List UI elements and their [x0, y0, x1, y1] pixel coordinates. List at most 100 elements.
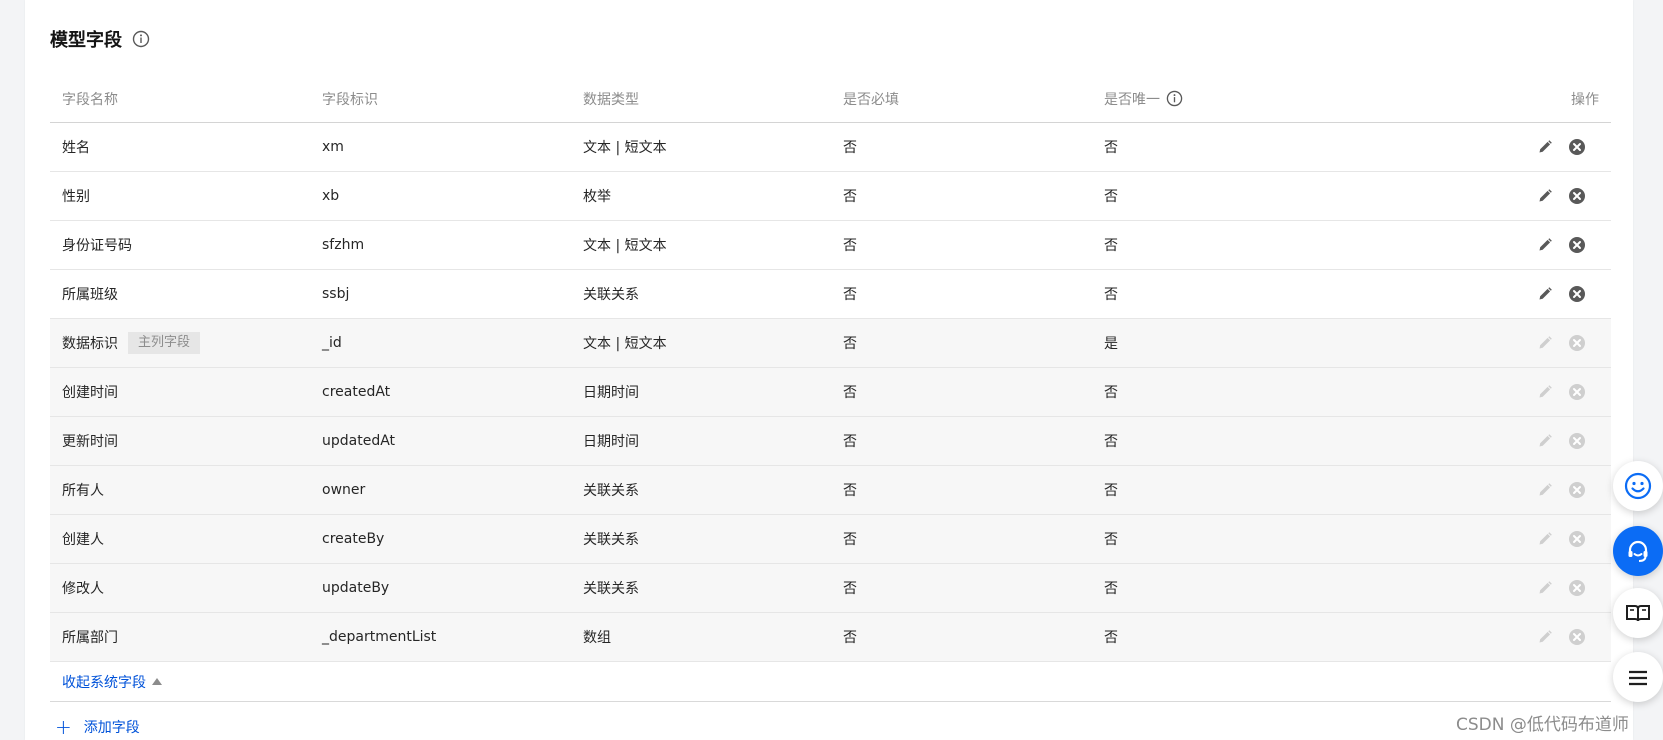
field-key: xm: [322, 139, 344, 155]
field-key: updatedAt: [322, 433, 396, 449]
info-icon[interactable]: [132, 30, 150, 48]
field-unique: 否: [1104, 434, 1118, 450]
col-header-name: 字段名称: [62, 91, 118, 108]
row-actions: [1352, 529, 1611, 549]
book-open-icon: [1626, 605, 1650, 622]
field-type: 关联关系: [583, 532, 639, 548]
pencil-icon: [1535, 529, 1555, 549]
row-actions: [1352, 627, 1611, 647]
field-name: 数据标识: [62, 336, 118, 352]
close-circle-icon[interactable]: [1567, 137, 1587, 157]
pencil-icon[interactable]: [1535, 235, 1555, 255]
field-key: sfzhm: [322, 237, 365, 253]
field-name-cell: 性别: [50, 186, 310, 206]
field-name-cell: 所有人: [50, 480, 310, 500]
info-icon[interactable]: [1166, 90, 1183, 107]
field-key: ssbj: [322, 286, 350, 302]
pencil-icon[interactable]: [1535, 137, 1555, 157]
field-type: 文本 | 短文本: [583, 238, 667, 254]
field-unique: 否: [1104, 532, 1118, 548]
field-name: 性别: [62, 189, 90, 205]
table-row: 姓名 xm 文本 | 短文本 否 否: [50, 123, 1611, 172]
row-actions: [1352, 480, 1611, 500]
table-row: 更新时间 updatedAt 日期时间 否 否: [50, 417, 1611, 466]
row-actions: [1352, 431, 1611, 451]
field-unique: 否: [1104, 581, 1118, 597]
field-unique: 否: [1104, 385, 1118, 401]
field-required: 否: [843, 581, 857, 597]
pencil-icon[interactable]: [1535, 284, 1555, 304]
pencil-icon[interactable]: [1535, 186, 1555, 206]
smiley-icon: [1624, 472, 1652, 500]
field-required: 否: [843, 336, 857, 352]
collapse-label: 收起系统字段: [62, 674, 146, 691]
field-name-cell: 创建人: [50, 529, 310, 549]
pencil-icon: [1535, 431, 1555, 451]
col-header-unique-label: 是否唯一: [1104, 91, 1160, 108]
field-name: 所有人: [62, 483, 104, 499]
row-actions: [1352, 333, 1611, 353]
field-key: xb: [322, 188, 340, 204]
field-required: 否: [843, 287, 857, 303]
col-header-unique: 是否唯一: [1092, 89, 1352, 109]
plus-icon: +: [55, 715, 72, 739]
smiley-feedback-button[interactable]: [1613, 461, 1663, 511]
field-unique: 否: [1104, 630, 1118, 646]
field-name-cell: 创建时间: [50, 382, 310, 402]
table-row: 所属部门 _departmentList 数组 否 否: [50, 613, 1611, 662]
field-required: 否: [843, 630, 857, 646]
table-row: 身份证号码 sfzhm 文本 | 短文本 否 否: [50, 221, 1611, 270]
close-circle-icon: [1567, 529, 1587, 549]
pencil-icon: [1535, 382, 1555, 402]
close-circle-icon: [1567, 480, 1587, 500]
close-circle-icon: [1567, 382, 1587, 402]
pencil-icon: [1535, 333, 1555, 353]
table-row: 创建人 createBy 关联关系 否 否: [50, 515, 1611, 564]
field-type: 文本 | 短文本: [583, 140, 667, 156]
add-field-button[interactable]: + 添加字段: [55, 717, 140, 737]
field-required: 否: [843, 238, 857, 254]
table-body: 姓名 xm 文本 | 短文本 否 否 性别 xb 枚举 否 否 身份证号码 sf…: [50, 123, 1611, 662]
field-name-cell: 数据标识 主列字段: [50, 332, 310, 354]
close-circle-icon: [1567, 627, 1587, 647]
pencil-icon: [1535, 627, 1555, 647]
field-required: 否: [843, 140, 857, 156]
watermark: CSDN @低代码布道师: [1456, 715, 1629, 735]
col-header-actions: 操作: [1571, 91, 1599, 108]
field-unique: 否: [1104, 238, 1118, 254]
docs-button[interactable]: [1613, 588, 1663, 638]
close-circle-icon: [1567, 578, 1587, 598]
menu-button[interactable]: [1613, 652, 1663, 702]
add-field-label: 添加字段: [83, 720, 140, 736]
field-required: 否: [843, 532, 857, 548]
field-unique: 是: [1104, 336, 1118, 352]
field-type: 数组: [583, 630, 611, 646]
section-title: 模型字段: [50, 30, 122, 51]
col-header-type: 数据类型: [583, 91, 639, 108]
field-type: 关联关系: [583, 287, 639, 303]
close-circle-icon[interactable]: [1567, 186, 1587, 206]
table-row: 修改人 updateBy 关联关系 否 否: [50, 564, 1611, 613]
field-name-cell: 身份证号码: [50, 235, 310, 255]
table-row: 性别 xb 枚举 否 否: [50, 172, 1611, 221]
table-row: 所属班级 ssbj 关联关系 否 否: [50, 270, 1611, 319]
field-unique: 否: [1104, 483, 1118, 499]
collapse-system-fields-button[interactable]: 收起系统字段: [62, 672, 162, 692]
close-circle-icon[interactable]: [1567, 235, 1587, 255]
field-name-cell: 修改人: [50, 578, 310, 598]
field-name: 所属部门: [62, 630, 118, 646]
menu-icon: [1629, 670, 1647, 686]
field-required: 否: [843, 189, 857, 205]
customer-service-button[interactable]: [1613, 526, 1663, 576]
col-header-required: 是否必填: [843, 91, 899, 108]
col-header-key: 字段标识: [322, 91, 378, 108]
collapse-row: 收起系统字段: [50, 662, 1611, 702]
field-type: 关联关系: [583, 483, 639, 499]
field-unique: 否: [1104, 287, 1118, 303]
field-required: 否: [843, 434, 857, 450]
field-name: 更新时间: [62, 434, 118, 450]
field-key: createdAt: [322, 384, 391, 400]
field-name: 姓名: [62, 140, 90, 156]
fields-table: 字段名称 字段标识 数据类型 是否必填 是否唯一 操作 姓名 xm 文本 | 短…: [50, 75, 1611, 740]
close-circle-icon[interactable]: [1567, 284, 1587, 304]
